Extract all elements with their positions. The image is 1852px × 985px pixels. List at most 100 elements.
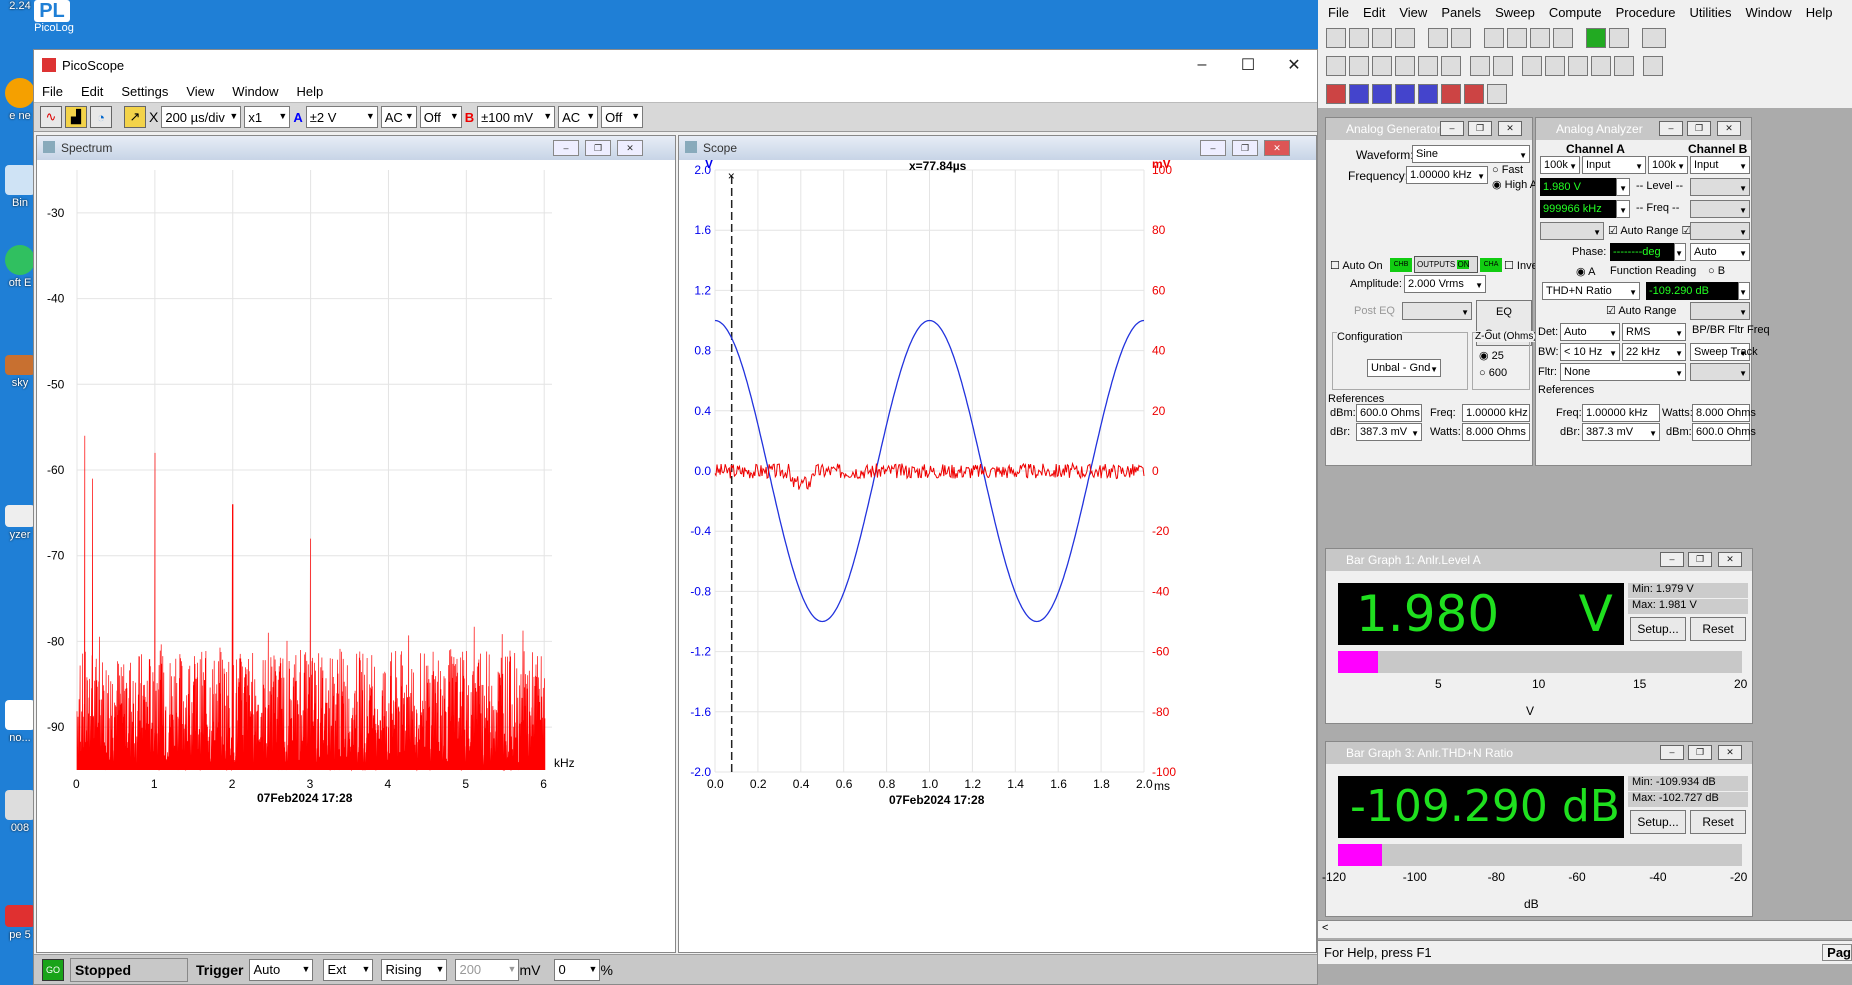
amplitude-input[interactable]: 2.000 Vrms	[1404, 275, 1486, 294]
minimize-button[interactable]: –	[1179, 50, 1225, 80]
spectrum-mode-icon[interactable]: ▟	[65, 106, 87, 128]
regulate-icon[interactable]	[1493, 56, 1513, 76]
multiplier-select[interactable]: x1	[244, 106, 291, 128]
spectrum-close-button[interactable]: ✕	[617, 140, 643, 156]
amenu-compute[interactable]: Compute	[1549, 5, 1602, 20]
amenu-window[interactable]: Window	[1745, 5, 1791, 20]
gen-minimize-button[interactable]: –	[1440, 121, 1464, 136]
amenu-procedure[interactable]: Procedure	[1616, 5, 1676, 20]
channel-a-coupling-select[interactable]: AC	[380, 106, 417, 128]
amenu-utilities[interactable]: Utilities	[1690, 5, 1732, 20]
thd-icon[interactable]	[1349, 84, 1369, 104]
trigger-icon[interactable]: ↗	[124, 106, 146, 128]
analyzer-hscrollbar[interactable]: <	[1318, 920, 1852, 938]
print-icon[interactable]	[1428, 28, 1448, 48]
auto-range2-checkbox[interactable]: ☑ Auto Range	[1606, 304, 1676, 317]
fft-icon[interactable]	[1395, 84, 1415, 104]
undo-icon[interactable]	[1484, 28, 1504, 48]
save-icon[interactable]	[1372, 28, 1392, 48]
channel-a-range-select[interactable]: ±2 V	[305, 106, 378, 128]
scope-mode-icon[interactable]: ∿	[40, 106, 62, 128]
post-eq-select[interactable]	[1402, 302, 1472, 321]
channel-b-range-select[interactable]: 100k	[1648, 156, 1688, 175]
meter-icon[interactable]: ◔	[90, 106, 112, 128]
auto-on-checkbox[interactable]: ☐ Auto On	[1330, 259, 1383, 272]
gen-dbm-input[interactable]: 600.0 Ohms	[1356, 404, 1422, 422]
trigger-source-select[interactable]: Ext	[323, 958, 374, 981]
function-b-select[interactable]	[1690, 302, 1750, 321]
chB-extra-select[interactable]	[1690, 222, 1750, 241]
trigger-edge-select[interactable]: Rising	[381, 958, 448, 981]
configuration-select[interactable]: Unbal - Gnd	[1367, 359, 1441, 378]
panel-icon[interactable]	[1642, 28, 1666, 48]
close-button[interactable]: ✕	[1271, 50, 1317, 80]
anlr-restore-button[interactable]: ❐	[1687, 121, 1711, 136]
maximize-button[interactable]: ☐	[1225, 50, 1271, 80]
menu-settings[interactable]: Settings	[121, 84, 168, 99]
bar1-minimize-button[interactable]: –	[1660, 552, 1684, 567]
amenu-edit[interactable]: Edit	[1363, 5, 1385, 20]
open-icon[interactable]	[1349, 28, 1369, 48]
mux-icon[interactable]	[1418, 56, 1438, 76]
trigger-level-input[interactable]: 200	[455, 958, 520, 981]
menu-help[interactable]: Help	[297, 84, 324, 99]
bar3-reset-button[interactable]: Reset	[1690, 810, 1746, 834]
anlr-close-button[interactable]: ✕	[1717, 121, 1741, 136]
channel-b-coupling-select[interactable]: AC	[558, 106, 599, 128]
gen-dbr-input[interactable]: 387.3 mV	[1356, 423, 1422, 442]
channel-b-filter-select[interactable]: Off	[601, 106, 644, 128]
bar3-restore-button[interactable]: ❐	[1688, 745, 1712, 760]
log-icon[interactable]	[1643, 56, 1663, 76]
function-unit-select[interactable]	[1738, 282, 1750, 301]
bar-icon[interactable]	[1470, 56, 1490, 76]
copy-icon[interactable]	[1530, 28, 1550, 48]
cha-indicator[interactable]: CHA	[1480, 258, 1502, 272]
scroll-left-icon[interactable]: <	[1322, 922, 1328, 934]
amenu-sweep[interactable]: Sweep	[1495, 5, 1535, 20]
go-button[interactable]: GO	[42, 958, 64, 981]
bw-high-select[interactable]: 22 kHz	[1622, 343, 1686, 362]
gen-watts-input[interactable]: 8.000 Ohms	[1462, 423, 1530, 441]
bw-low-select[interactable]: < 10 Hz	[1560, 343, 1620, 362]
bar3-minimize-button[interactable]: –	[1660, 745, 1684, 760]
outputs-button[interactable]: OUTPUTS ON	[1414, 256, 1478, 273]
graph-icon[interactable]	[1522, 56, 1542, 76]
table-icon[interactable]	[1614, 56, 1634, 76]
stat-icon[interactable]	[1441, 56, 1461, 76]
phase-mode-select[interactable]: Auto	[1690, 243, 1750, 262]
menu-file[interactable]: File	[42, 84, 63, 99]
hlimit-icon[interactable]	[1441, 84, 1461, 104]
phase-unit-select[interactable]	[1674, 243, 1686, 262]
generator-icon[interactable]	[1326, 56, 1346, 76]
plot-icon[interactable]	[1568, 56, 1588, 76]
bar3-close-button[interactable]: ✕	[1718, 745, 1742, 760]
spectrum-restore-button[interactable]: ❐	[585, 140, 611, 156]
level-a-unit-select[interactable]	[1616, 178, 1630, 197]
det-select[interactable]: Auto	[1560, 323, 1620, 342]
print-preview-icon[interactable]	[1451, 28, 1471, 48]
anlr-minimize-button[interactable]: –	[1659, 121, 1683, 136]
timebase-select[interactable]: 200 µs/div	[161, 106, 242, 128]
data-icon[interactable]	[1591, 56, 1611, 76]
bar1-close-button[interactable]: ✕	[1718, 552, 1742, 567]
bar1-reset-button[interactable]: Reset	[1690, 617, 1746, 641]
fr-b-radio[interactable]: ○ B	[1708, 265, 1725, 277]
waveform-select[interactable]: Sine	[1412, 145, 1530, 164]
picolog-icon[interactable]: PL PicoLog	[34, 0, 74, 40]
channel-b-range-select[interactable]: ±100 mV	[477, 106, 556, 128]
scope-minimize-button[interactable]: –	[1200, 140, 1226, 156]
scope-restore-button[interactable]: ❐	[1232, 140, 1258, 156]
gen-close-button[interactable]: ✕	[1498, 121, 1522, 136]
zout-25-radio[interactable]: ◉ 25	[1479, 349, 1504, 362]
channel-a-input-select[interactable]: Input	[1582, 156, 1646, 175]
paste-icon[interactable]	[1553, 28, 1573, 48]
menu-window[interactable]: Window	[232, 84, 278, 99]
bar3-setup-button[interactable]: Setup...	[1630, 810, 1686, 834]
pretrigger-input[interactable]: 0	[554, 958, 601, 981]
function-select[interactable]: THD+N Ratio	[1542, 282, 1640, 301]
amenu-help[interactable]: Help	[1806, 5, 1833, 20]
anlr-dbr-input[interactable]: 387.3 mV	[1582, 423, 1660, 442]
frequency-input[interactable]: 1.00000 kHz	[1406, 166, 1488, 185]
det-mode-select[interactable]: RMS	[1622, 323, 1686, 342]
chA-extra-select[interactable]	[1540, 222, 1604, 241]
